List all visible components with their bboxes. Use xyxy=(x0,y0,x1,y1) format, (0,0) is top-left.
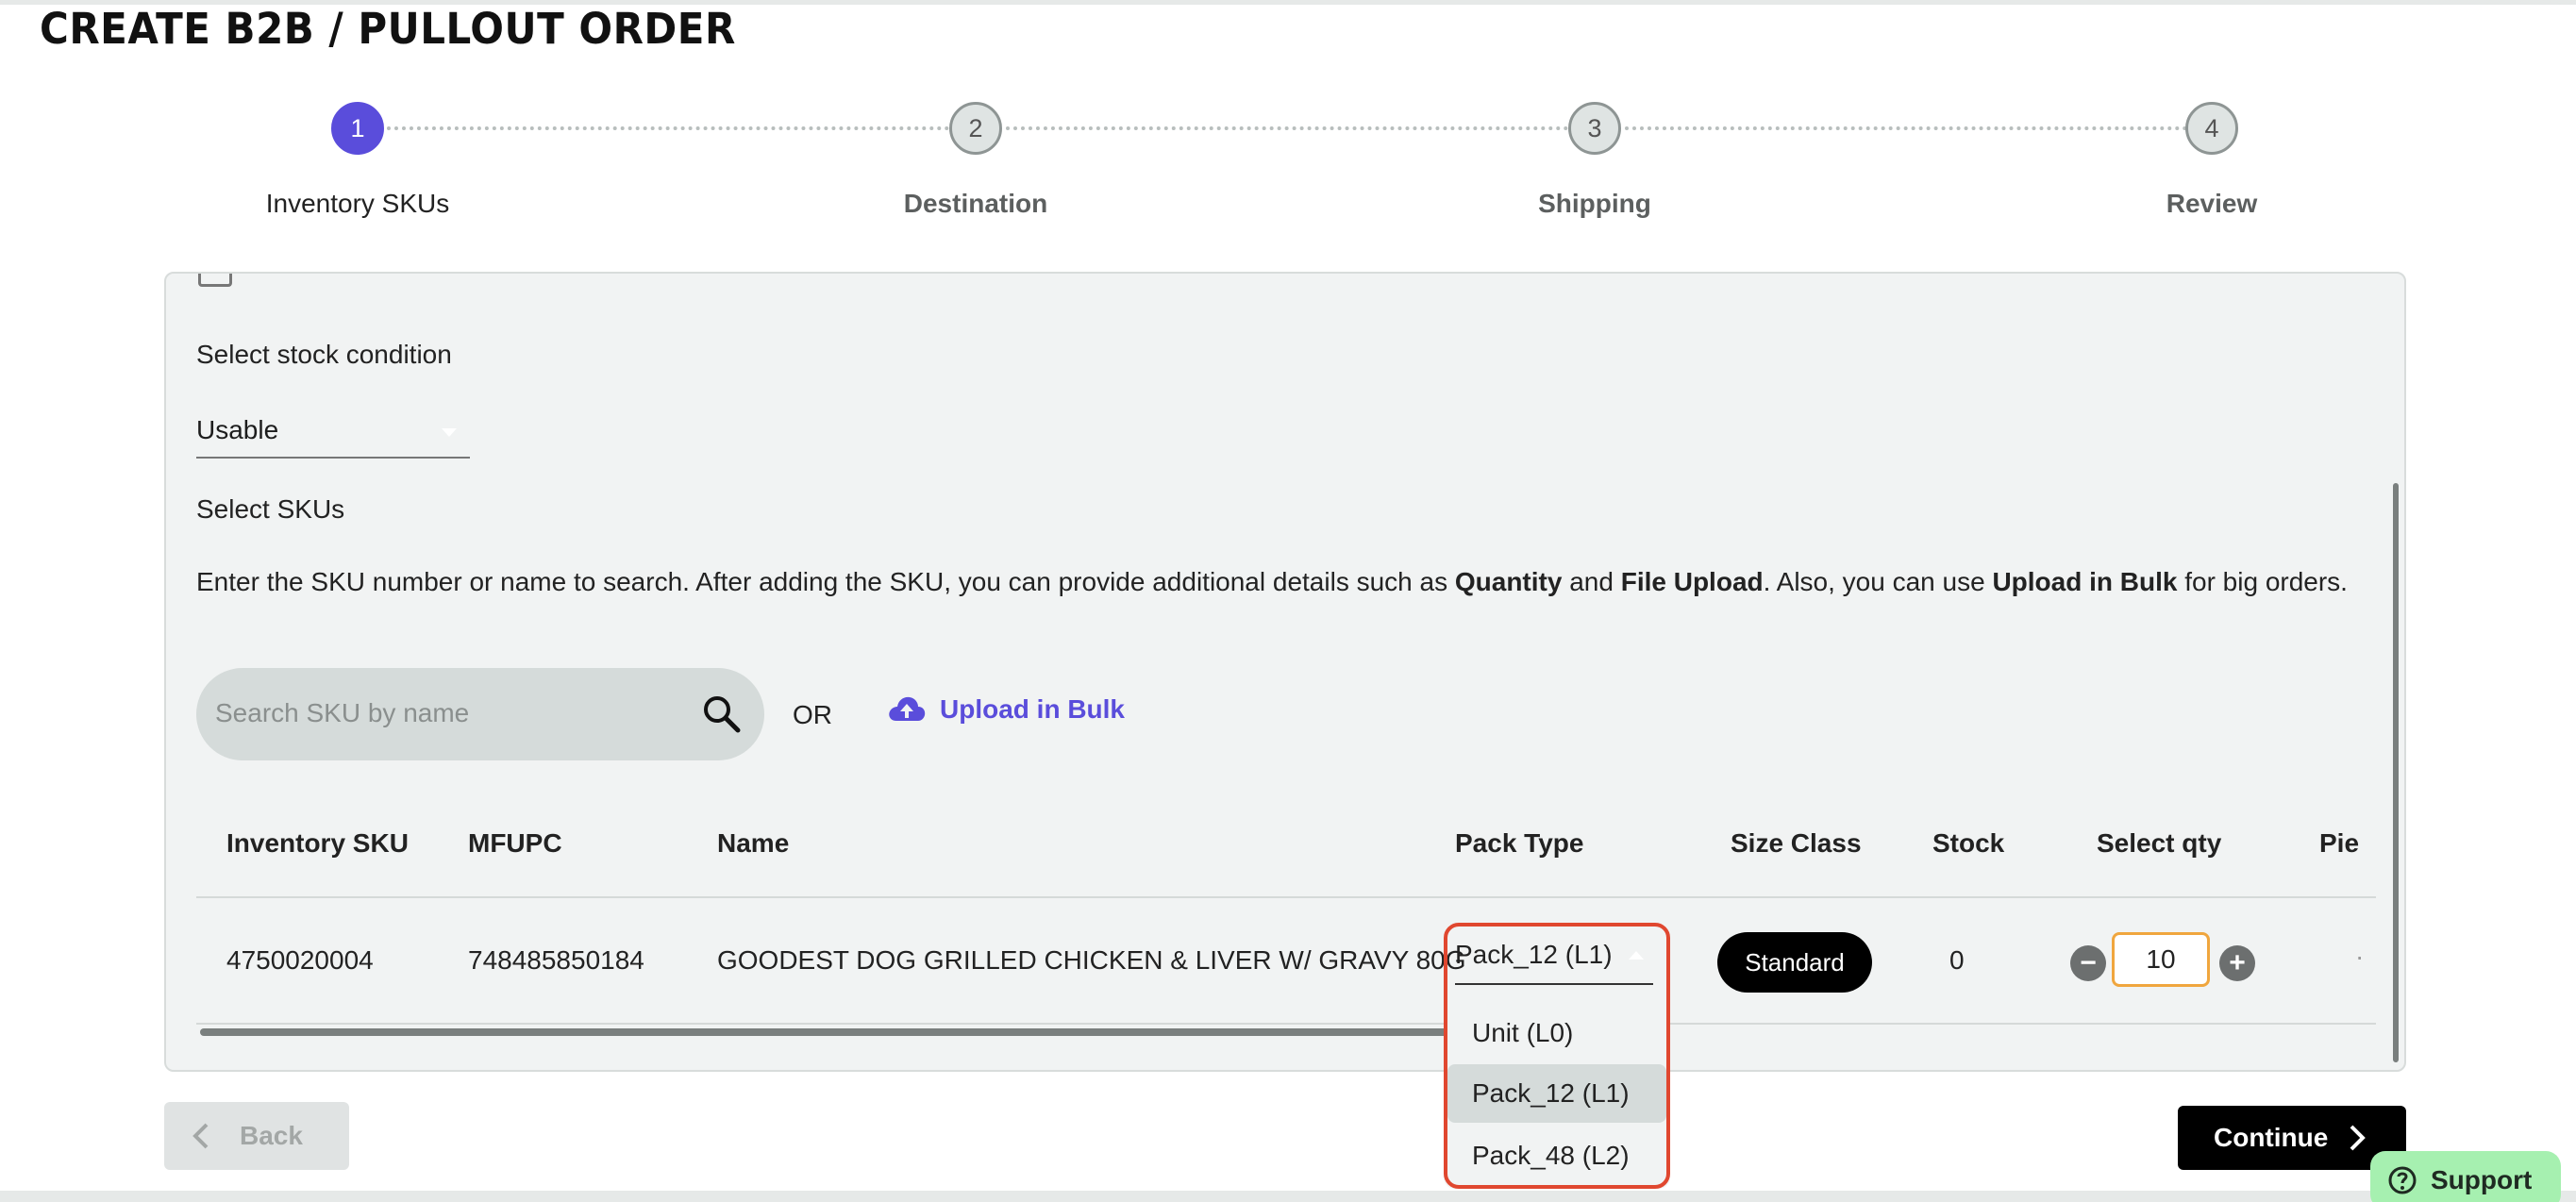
qty-input[interactable] xyxy=(2112,932,2210,987)
help-circle-icon xyxy=(2388,1166,2417,1194)
step-3-indicator[interactable]: 3 xyxy=(1568,102,1621,155)
pack-type-option-pack-12[interactable]: Pack_12 (L1) xyxy=(1447,1064,1666,1123)
pack-type-option-unit[interactable]: Unit (L0) xyxy=(1447,1004,1666,1062)
table-row-divider xyxy=(196,1023,2376,1025)
pack-type-select[interactable]: Pack_12 (L1) xyxy=(1455,940,1653,985)
pack-type-dropdown-menu: Unit (L0) Pack_12 (L1) Pack_48 (L2) xyxy=(1444,996,1670,1189)
sku-selection-panel: Select stock condition Usable Select SKU… xyxy=(164,272,2406,1072)
stock-condition-value: Usable xyxy=(196,415,279,444)
step-connector xyxy=(1006,126,1591,130)
column-header-pieces[interactable]: Pie xyxy=(2319,828,2359,859)
step-3-label: Shipping xyxy=(1538,189,1651,218)
sku-search-box xyxy=(196,668,764,760)
chevron-down-icon xyxy=(442,428,457,437)
column-header-select-qty[interactable]: Select qty xyxy=(2097,828,2221,859)
decrease-qty-button[interactable]: − xyxy=(2070,945,2106,981)
back-button[interactable]: Back xyxy=(164,1102,349,1170)
help-text-part: Enter the SKU number or name to search. … xyxy=(196,567,1455,596)
upload-in-bulk-label: Upload in Bulk xyxy=(940,694,1125,724)
search-icon[interactable] xyxy=(700,693,744,736)
cell-name: GOODEST DOG GRILLED CHICKEN & LIVER W/ G… xyxy=(717,945,1466,975)
help-text-file-upload: File Upload xyxy=(1620,567,1764,596)
chevron-right-icon xyxy=(2350,1125,2367,1151)
pack-type-option-pack-48[interactable]: Pack_48 (L2) xyxy=(1447,1127,1666,1185)
column-header-size-class[interactable]: Size Class xyxy=(1731,828,1862,859)
vertical-scrollbar[interactable] xyxy=(2393,483,2399,1062)
column-header-stock[interactable]: Stock xyxy=(1932,828,2004,859)
size-class-badge: Standard xyxy=(1717,932,1872,993)
page-title: CREATE B2B / PULLOUT ORDER xyxy=(40,4,736,54)
column-header-pack-type[interactable]: Pack Type xyxy=(1455,828,1583,859)
support-label: Support xyxy=(2431,1165,2533,1194)
column-header-name[interactable]: Name xyxy=(717,828,789,859)
support-button[interactable]: Support xyxy=(2370,1151,2561,1202)
pack-type-value: Pack_12 (L1) xyxy=(1455,940,1613,969)
help-text-part: . Also, you can use xyxy=(1763,567,1993,596)
continue-button-label: Continue xyxy=(2214,1123,2329,1152)
step-4-indicator[interactable]: 4 xyxy=(2185,102,2238,155)
stock-condition-label: Select stock condition xyxy=(196,340,452,369)
bottom-border xyxy=(0,1191,2576,1202)
help-text-quantity: Quantity xyxy=(1454,567,1563,596)
step-connector xyxy=(387,126,972,130)
select-all-checkbox[interactable] xyxy=(198,274,232,287)
increase-qty-button[interactable]: + xyxy=(2219,945,2255,981)
horizontal-scrollbar[interactable] xyxy=(200,1028,1608,1036)
chevron-up-icon xyxy=(1629,951,1644,960)
column-header-inventory-sku[interactable]: Inventory SKU xyxy=(226,828,409,859)
step-connector xyxy=(1625,126,2210,130)
cell-mfupc: 748485850184 xyxy=(468,945,644,975)
select-skus-label: Select SKUs xyxy=(196,494,345,524)
step-2-label: Destination xyxy=(903,189,1048,218)
or-separator: OR xyxy=(793,700,832,729)
cell-stock: 0 xyxy=(1949,945,1965,975)
cell-inventory-sku: 4750020004 xyxy=(226,945,374,975)
cell-pieces: · xyxy=(2355,942,2365,971)
column-header-mfupc[interactable]: MFUPC xyxy=(468,828,562,859)
step-1-indicator[interactable]: 1 xyxy=(331,102,384,155)
upload-in-bulk-link[interactable]: Upload in Bulk xyxy=(887,694,1125,725)
help-text-upload-bulk: Upload in Bulk xyxy=(1992,567,2178,596)
help-text-part: and xyxy=(1562,567,1621,596)
cloud-upload-icon xyxy=(889,696,926,721)
table-header-divider xyxy=(196,896,2376,898)
stock-condition-select[interactable]: Usable xyxy=(196,415,470,459)
back-button-label: Back xyxy=(240,1121,303,1150)
step-1-label: Inventory SKUs xyxy=(265,189,450,218)
sku-help-text: Enter the SKU number or name to search. … xyxy=(196,562,2376,602)
sku-search-input[interactable] xyxy=(215,691,668,736)
chevron-left-icon xyxy=(192,1123,209,1149)
help-text-part: for big orders. xyxy=(2177,567,2348,596)
step-4-label: Review xyxy=(2166,189,2258,218)
step-2-indicator[interactable]: 2 xyxy=(949,102,1002,155)
progress-stepper: 1 2 3 4 Inventory SKUs Destination Shipp… xyxy=(0,94,2576,236)
